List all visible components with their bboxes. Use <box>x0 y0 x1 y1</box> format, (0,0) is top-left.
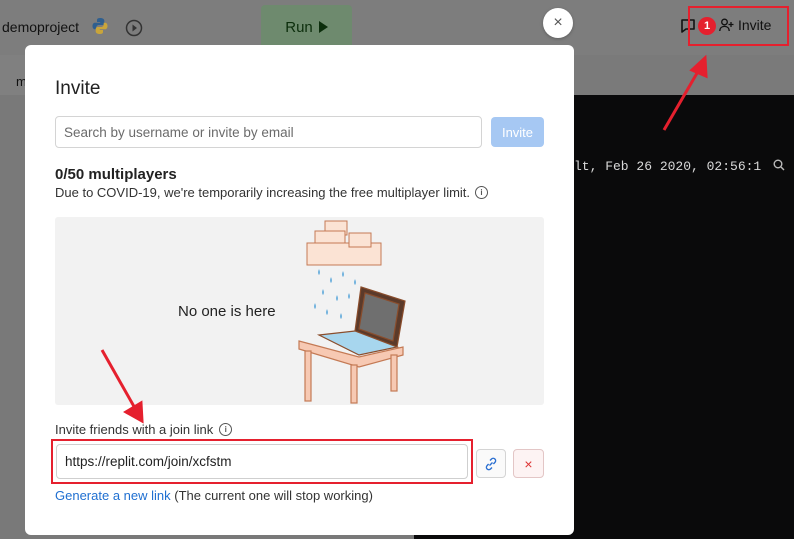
multiplayer-count: 0/50 multiplayers <box>55 166 177 183</box>
covid-note: Due to COVID-19, we're temporarily incre… <box>55 185 489 200</box>
close-icon: × <box>553 14 563 31</box>
copy-link-button[interactable] <box>476 449 506 478</box>
console-header <box>574 55 794 95</box>
delete-link-button[interactable]: × <box>513 449 544 478</box>
invite-modal: Invite Invite 0/50 multiplayers Due to C… <box>25 45 574 535</box>
highlight-box-invite <box>688 6 789 46</box>
info-icon[interactable]: i <box>219 423 233 436</box>
join-link-label: Invite friends with a join link i <box>55 422 233 437</box>
generate-note: (The current one will stop working) <box>170 488 373 503</box>
run-button[interactable]: Run <box>261 5 352 49</box>
close-modal-button[interactable]: × <box>543 8 573 38</box>
covid-note-text: Due to COVID-19, we're temporarily incre… <box>55 185 471 200</box>
console-output-line: lt, Feb 26 2020, 02:56:1 × <box>574 159 794 174</box>
search-input[interactable] <box>55 116 482 148</box>
console-output-text: lt, Feb 26 2020, 02:56:1 <box>574 159 762 174</box>
highlight-box-join-link <box>51 439 473 484</box>
run-label: Run <box>285 18 313 36</box>
project-name[interactable]: demoproject <box>2 19 79 35</box>
modal-title: Invite <box>55 78 101 99</box>
python-icon <box>92 18 108 34</box>
history-icon[interactable] <box>124 18 144 38</box>
search-icon[interactable] <box>773 159 785 171</box>
close-icon: × <box>524 455 533 472</box>
join-link-label-text: Invite friends with a join link <box>55 422 214 437</box>
empty-illustration <box>298 220 406 404</box>
regenerate-line: Generate a new link (The current one wil… <box>55 488 373 503</box>
play-icon <box>318 21 328 33</box>
empty-state-panel: No one is here <box>55 217 544 405</box>
invite-button[interactable]: Invite <box>491 117 544 147</box>
empty-state-text: No one is here <box>178 303 276 320</box>
generate-new-link[interactable]: Generate a new link <box>55 488 171 503</box>
info-icon[interactable]: i <box>475 186 489 199</box>
link-icon <box>485 457 497 470</box>
console-panel: lt, Feb 26 2020, 02:56:1 × <box>574 55 794 539</box>
